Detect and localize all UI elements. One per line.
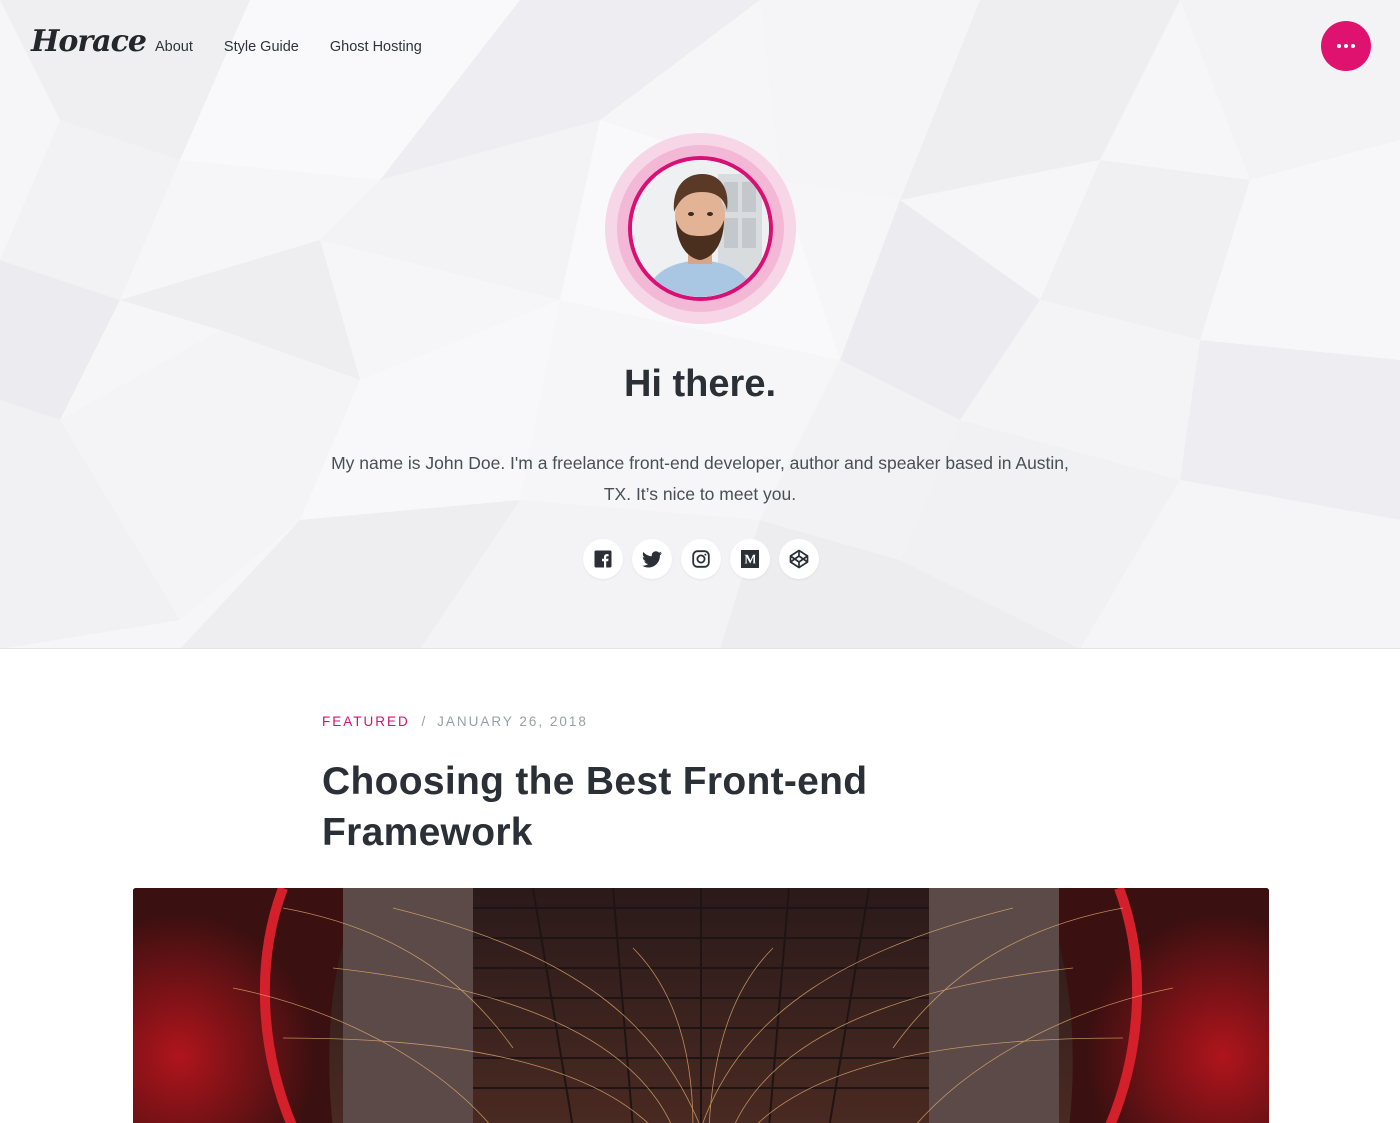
post-date: JANUARY 26, 2018 — [437, 714, 588, 729]
post-tag[interactable]: FEATURED — [322, 714, 410, 729]
avatar — [628, 156, 773, 301]
instagram-link[interactable] — [681, 539, 721, 579]
facebook-link[interactable] — [583, 539, 623, 579]
codepen-icon — [789, 549, 809, 569]
twitter-link[interactable] — [632, 539, 672, 579]
main-nav: About Style Guide Ghost Hosting — [155, 39, 422, 55]
medium-icon — [741, 550, 759, 568]
avatar-portrait — [632, 160, 769, 297]
hero-section: Horace About Style Guide Ghost Hosting H… — [0, 0, 1400, 649]
codepen-link[interactable] — [779, 539, 819, 579]
more-dots-icon — [1337, 44, 1341, 48]
social-links — [583, 539, 819, 579]
nav-item-style-guide[interactable]: Style Guide — [224, 39, 299, 55]
menu-button[interactable] — [1321, 21, 1371, 71]
facebook-icon — [594, 550, 612, 568]
meta-separator: / — [421, 714, 428, 729]
post-title[interactable]: Choosing the Best Front-end Framework — [322, 756, 962, 858]
hero-title: Hi there. — [623, 363, 777, 405]
nav-item-about[interactable]: About — [155, 39, 193, 55]
post-meta: FEATURED / JANUARY 26, 2018 — [322, 714, 588, 729]
post-feature-image[interactable] — [133, 888, 1269, 1123]
hero-bio: My name is John Doe. I'm a freelance fro… — [331, 453, 1069, 504]
feature-image-graphic — [133, 888, 1269, 1123]
instagram-icon — [692, 550, 710, 568]
medium-link[interactable] — [730, 539, 770, 579]
twitter-icon — [642, 550, 662, 567]
site-logo[interactable]: Horace — [31, 24, 147, 59]
nav-item-ghost-hosting[interactable]: Ghost Hosting — [330, 39, 422, 55]
